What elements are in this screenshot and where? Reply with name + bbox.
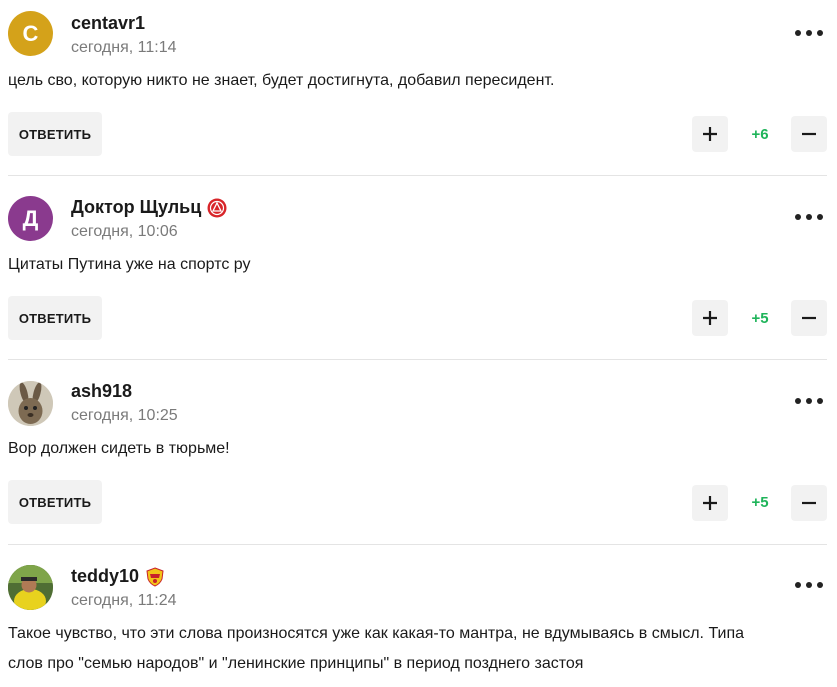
- downvote-button[interactable]: [791, 116, 827, 152]
- plus-icon: [703, 496, 717, 510]
- comment-time: сегодня, 10:06: [71, 223, 178, 240]
- username[interactable]: Доктор Щульц: [71, 197, 227, 218]
- username-text[interactable]: teddy10: [71, 566, 139, 587]
- comment-text: цель сво, которую никто не знает, будет …: [8, 72, 555, 89]
- downvote-button[interactable]: [791, 485, 827, 521]
- divider: [8, 544, 827, 545]
- more-options-icon[interactable]: [795, 23, 823, 43]
- minus-icon: [802, 501, 816, 505]
- divider: [8, 359, 827, 360]
- username[interactable]: teddy10: [71, 566, 165, 587]
- upvote-button[interactable]: [692, 485, 728, 521]
- reply-button[interactable]: ОТВЕТИТЬ: [8, 296, 102, 340]
- downvote-button[interactable]: [791, 300, 827, 336]
- plus-icon: [703, 127, 717, 141]
- username-text[interactable]: Доктор Щульц: [71, 197, 201, 218]
- comment-time: сегодня, 11:14: [71, 39, 177, 56]
- minus-icon: [802, 132, 816, 136]
- comment-text: Такое чувство, что эти слова произносятс…: [8, 619, 828, 679]
- username[interactable]: centavr1: [71, 13, 145, 34]
- player-avatar-icon: [8, 565, 53, 610]
- yellow-red-club-badge-icon: [146, 566, 164, 587]
- plus-icon: [703, 311, 717, 325]
- minus-icon: [802, 316, 816, 320]
- username-text[interactable]: ash918: [71, 381, 132, 402]
- reply-button[interactable]: ОТВЕТИТЬ: [8, 112, 102, 156]
- comment-text: Вор должен сидеть в тюрьме!: [8, 440, 230, 457]
- more-options-icon[interactable]: [795, 575, 823, 595]
- comment-time: сегодня, 11:24: [71, 592, 177, 609]
- avatar[interactable]: Д: [8, 196, 53, 241]
- comment-time: сегодня, 10:25: [71, 407, 178, 424]
- comment-text-line: Такое чувство, что эти слова произносятс…: [8, 625, 745, 642]
- rabbit-avatar-icon: [8, 381, 53, 426]
- vote-score: +5: [751, 310, 769, 327]
- username[interactable]: ash918: [71, 381, 132, 402]
- more-options-icon[interactable]: [795, 207, 823, 227]
- upvote-button[interactable]: [692, 116, 728, 152]
- divider: [8, 175, 827, 176]
- more-options-icon[interactable]: [795, 391, 823, 411]
- avatar[interactable]: [8, 381, 53, 426]
- username-text[interactable]: centavr1: [71, 13, 145, 34]
- upvote-button[interactable]: [692, 300, 728, 336]
- red-club-badge-icon: [207, 198, 227, 217]
- comment-text-line: слов про "семью народов" и "ленинские пр…: [8, 655, 584, 672]
- comment-text: Цитаты Путина уже на спортс ру: [8, 256, 251, 273]
- vote-score: +5: [751, 494, 769, 511]
- avatar[interactable]: С: [8, 11, 53, 56]
- avatar[interactable]: [8, 565, 53, 610]
- reply-button[interactable]: ОТВЕТИТЬ: [8, 480, 102, 524]
- vote-score: +6: [751, 126, 769, 143]
